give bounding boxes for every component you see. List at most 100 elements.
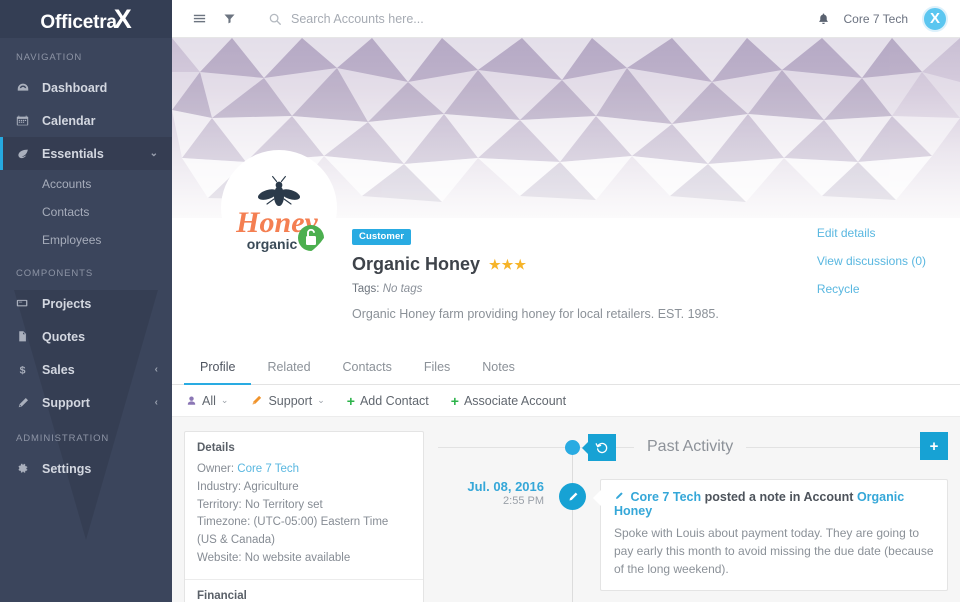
action-toolbar: All ⌄ Support ⌄ + Add Contact + Associat…: [172, 385, 960, 417]
activity-summary: Core 7 Tech posted a note in Account Org…: [614, 490, 934, 518]
tab-contacts[interactable]: Contacts: [327, 351, 408, 385]
sidebar-item-support[interactable]: Support ‹: [0, 386, 172, 419]
sidebar-item-label: Projects: [42, 296, 92, 311]
avatar[interactable]: X: [922, 5, 948, 32]
sidebar-subitem-contacts[interactable]: Contacts: [0, 198, 172, 226]
calendar-icon: [16, 114, 42, 127]
sidebar-item-dashboard[interactable]: Dashboard: [0, 71, 172, 104]
activity-card: Core 7 Tech posted a note in Account Org…: [592, 479, 948, 591]
svg-text:$: $: [20, 365, 26, 376]
details-card: Details Owner: Core 7 Tech Industry: Agr…: [184, 431, 424, 602]
page-title: Organic Honey ★★★: [352, 254, 719, 275]
tab-files[interactable]: Files: [408, 351, 466, 385]
app-root: Officetra X NAVIGATION Dashboard Calendar: [0, 0, 960, 602]
top-bar: Core 7 Tech X: [172, 0, 960, 38]
filter-icon[interactable]: [214, 4, 244, 34]
view-discussions-link[interactable]: View discussions (0): [817, 254, 926, 268]
account-actions: Edit details View discussions (0) Recycl…: [817, 226, 926, 310]
brand-x-mark: X: [113, 3, 132, 34]
detail-label: Website:: [197, 552, 242, 565]
lock-icon: [298, 225, 324, 251]
detail-label: Industry:: [197, 480, 242, 493]
chevron-down-icon: ⌄: [317, 395, 325, 405]
sidebar-item-label: Support: [42, 395, 90, 410]
activity-action: posted a note in Account: [704, 490, 854, 504]
pencil-icon: [559, 483, 586, 510]
detail-row-owner: Owner: Core 7 Tech: [197, 461, 411, 479]
activity-actor[interactable]: Core 7 Tech: [630, 490, 701, 504]
details-section: Details Owner: Core 7 Tech Industry: Agr…: [185, 432, 423, 579]
support-filter-button[interactable]: Support ⌄: [250, 393, 325, 408]
detail-value: No website available: [244, 552, 351, 565]
plus-icon: +: [450, 392, 459, 409]
tab-notes[interactable]: Notes: [466, 351, 531, 385]
activity-body: Spoke with Louis about payment today. Th…: [614, 526, 934, 576]
plus-icon: +: [346, 392, 355, 409]
sidebar-subitem-accounts[interactable]: Accounts: [0, 170, 172, 198]
timeline-title: Past Activity: [634, 438, 747, 456]
user-name: Core 7 Tech: [843, 11, 908, 26]
support-icon: [250, 394, 263, 407]
detail-value: No Territory set: [244, 498, 323, 511]
person-icon: [186, 395, 197, 407]
associate-account-label: Associate Account: [463, 393, 567, 408]
recycle-link[interactable]: Recycle: [817, 282, 926, 296]
edit-details-link[interactable]: Edit details: [817, 226, 926, 240]
main-area: Core 7 Tech X: [172, 0, 960, 602]
chevron-down-icon: ⌄: [220, 395, 229, 405]
bell-icon[interactable]: [817, 12, 830, 26]
gear-icon: [16, 462, 42, 475]
support-filter-label: Support: [268, 393, 313, 408]
activity-time: 2:55 PM: [503, 495, 544, 508]
timeline-marker-dot: [565, 440, 580, 455]
add-contact-button[interactable]: + Add Contact: [347, 394, 429, 408]
financial-heading: Financial: [197, 589, 247, 602]
associate-account-button[interactable]: + Associate Account: [451, 394, 566, 408]
search-input[interactable]: [291, 11, 591, 26]
content-area: Details Owner: Core 7 Tech Industry: Agr…: [172, 417, 960, 602]
sidebar-item-quotes[interactable]: Quotes: [0, 320, 172, 353]
sidebar-item-projects[interactable]: Projects: [0, 287, 172, 320]
hamburger-icon[interactable]: [184, 4, 214, 34]
activity-when: Jul. 08, 2016 2:55 PM: [438, 479, 558, 591]
svg-text:organic: organic: [247, 236, 298, 252]
rating-stars[interactable]: ★★★: [489, 257, 527, 273]
detail-label: Owner:: [197, 463, 235, 475]
tags-label: Tags:: [352, 283, 380, 295]
brand-logo[interactable]: Officetra X: [0, 0, 172, 38]
add-activity-button[interactable]: +: [920, 432, 948, 460]
sidebar-item-calendar[interactable]: Calendar: [0, 104, 172, 137]
projects-icon: [16, 297, 42, 310]
history-icon[interactable]: [582, 434, 616, 461]
sidebar-item-label: Sales: [42, 362, 75, 377]
sidebar-item-label: Settings: [42, 461, 92, 476]
sidebar-subitem-employees[interactable]: Employees: [0, 226, 172, 254]
sidebar-item-label: Dashboard: [42, 80, 108, 95]
tab-profile[interactable]: Profile: [184, 351, 252, 385]
activity-item: Jul. 08, 2016 2:55 PM Core 7 Tech posted…: [438, 479, 948, 591]
note-pencil-icon: [614, 490, 627, 504]
activity-date: Jul. 08, 2016: [467, 479, 544, 494]
chevron-left-icon: ‹: [154, 363, 158, 375]
filter-all-button[interactable]: All ⌄: [186, 394, 228, 408]
account-description: Organic Honey farm providing honey for l…: [352, 307, 719, 321]
sidebar-item-essentials[interactable]: Essentials ⌄: [0, 137, 172, 170]
add-contact-label: Add Contact: [359, 393, 429, 408]
filter-all-label: All: [202, 393, 216, 408]
detail-row-territory: Territory: No Territory set: [197, 497, 411, 515]
honey-organic-logo: Honey organic: [225, 154, 333, 262]
sidebar-item-settings[interactable]: Settings: [0, 452, 172, 485]
search-box[interactable]: [268, 11, 817, 26]
sidebar-item-sales[interactable]: $ Sales ‹: [0, 353, 172, 386]
nav-section-administration: ADMINISTRATION: [16, 433, 110, 444]
activity-timeline: Past Activity + Jul. 08, 2016 2:55 PM Co…: [438, 431, 948, 602]
account-info: Customer Organic Honey ★★★ Tags: No tags…: [352, 226, 719, 321]
search-icon: [268, 12, 282, 26]
tab-related[interactable]: Related: [251, 351, 326, 385]
detail-row-website: Website: No website available: [197, 550, 411, 568]
detail-label: Timezone:: [197, 516, 251, 529]
detail-row-timezone: Timezone: (UTC-05:00) Eastern Time (US &…: [197, 514, 411, 550]
financial-section: Financial Value: No quantity modificatio…: [185, 578, 423, 602]
owner-link[interactable]: Core 7 Tech: [237, 463, 299, 475]
sidebar-item-label: Calendar: [42, 113, 96, 128]
